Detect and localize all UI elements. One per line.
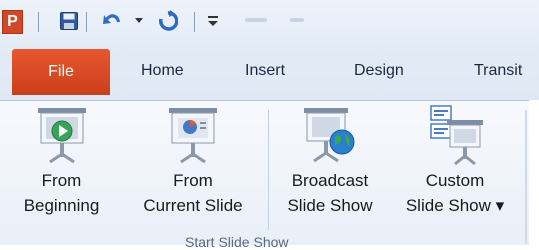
tab-file[interactable]: File	[12, 49, 110, 95]
ribbon-tab-bar: File Home Insert Design Transit	[0, 44, 539, 104]
undo-icon[interactable]	[102, 10, 124, 30]
command-label-line2: Current Slide	[143, 196, 243, 215]
tab-transitions[interactable]: Transit	[474, 62, 522, 80]
undo-dropdown-icon[interactable]	[135, 18, 143, 24]
from-current-slide-button[interactable]: From Current Slide	[124, 104, 262, 218]
command-label-line2: Slide Show	[287, 196, 373, 215]
blurred-toolbar-item	[245, 18, 267, 22]
repeat-icon[interactable]	[158, 10, 178, 32]
toolbar-divider	[38, 12, 39, 32]
command-label-line2: Beginning	[23, 196, 100, 215]
group-label: Start Slide Show	[185, 234, 289, 250]
save-icon[interactable]	[60, 12, 78, 30]
tab-design[interactable]: Design	[354, 62, 404, 80]
command-label-line2: Slide Show ▾	[405, 196, 505, 215]
command-label-line1: Broadcast	[291, 171, 369, 190]
tab-home[interactable]: Home	[141, 62, 184, 80]
ribbon-right-border	[525, 110, 527, 244]
toolbar-divider	[194, 12, 195, 32]
command-label-line1: From	[41, 171, 82, 190]
tab-insert[interactable]: Insert	[245, 62, 285, 80]
from-beginning-button[interactable]: From Beginning	[0, 104, 123, 218]
powerpoint-app-icon[interactable]: P	[2, 10, 23, 34]
custom-slide-show-icon	[430, 105, 483, 166]
toolbar-divider	[86, 12, 87, 32]
window-edge	[529, 100, 539, 244]
command-label-line1: Custom	[425, 171, 485, 190]
command-label-line1: From	[173, 171, 213, 190]
from-beginning-icon	[37, 108, 86, 164]
blurred-toolbar-item	[290, 18, 304, 22]
quick-access-toolbar: P	[0, 0, 539, 44]
custom-slide-show-button[interactable]: Custom Slide Show ▾	[390, 104, 520, 218]
from-current-slide-icon	[169, 108, 217, 164]
broadcast-slide-show-button[interactable]: Broadcast Slide Show	[271, 104, 389, 218]
customize-toolbar-icon[interactable]	[207, 12, 219, 28]
group-divider	[268, 110, 269, 230]
broadcast-slide-show-icon	[304, 108, 355, 163]
